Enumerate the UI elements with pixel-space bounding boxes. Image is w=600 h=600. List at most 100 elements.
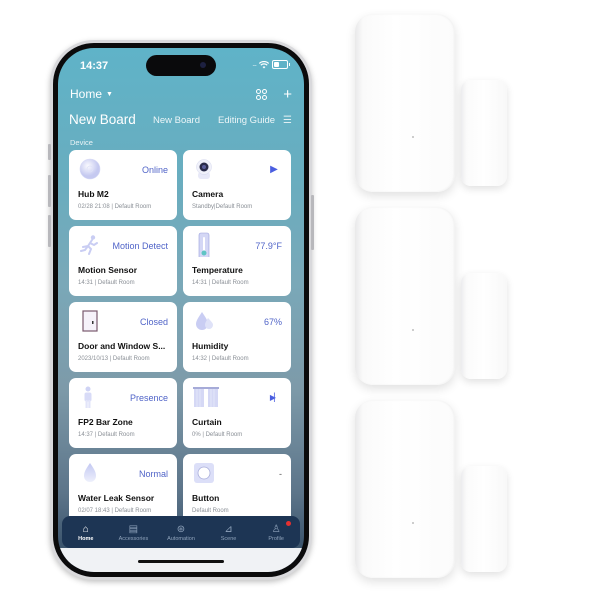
phone-screen: 14:37 .... Home ▼ + New Board New Board … [58,48,304,572]
sensor-main-body [355,207,455,385]
play-pause-icon: ▶▏ [269,392,280,402]
tab-editing-guide[interactable]: Editing Guide [218,115,278,126]
person-icon [84,386,92,408]
device-name: Motion Sensor [78,265,138,275]
automation-icon: ⊛ [176,523,186,535]
door-icon [82,310,98,332]
caret-down-icon: ▼ [106,90,113,98]
device-subtitle: Default Room [192,508,229,514]
tab-new-board[interactable]: New Board [153,115,200,126]
header-actions: + [256,86,292,103]
camera-icon [196,159,212,179]
device-card-camera[interactable]: ▶ Camera Standby|Default Room [183,150,291,220]
humidity-icon [196,312,213,330]
device-status: Motion Detect [112,241,168,251]
signal-icon: .... [252,61,257,68]
home-indicator [138,560,224,563]
tab-profile[interactable]: ♙ Profile [253,520,299,542]
tab-label: Profile [268,535,284,542]
status-time: 14:37 [80,60,109,72]
accessories-icon: ▤ [128,523,139,535]
device-status: Presence [129,393,168,403]
notification-badge [286,520,292,526]
device-card-hub[interactable]: Online Hub M2 02/28 21:08 | Default Room [69,150,177,220]
device-status: 67% [263,317,282,327]
device-subtitle: 02/07 18:43 | Default Room [78,508,152,514]
tab-accessories[interactable]: ▤ Accessories [110,523,156,542]
device-subtitle: 02/28 21:08 | Default Room [78,204,152,210]
tab-label: Accessories [118,535,149,542]
front-camera [200,62,206,68]
device-name: Water Leak Sensor [78,493,155,503]
hub-icon [79,158,101,180]
tab-new-board-active[interactable]: New Board [69,112,136,127]
add-icon[interactable]: + [283,86,292,103]
curtain-control-button[interactable]: ▶▏ [265,388,283,406]
scene-icon: ⊿ [224,523,233,535]
wifi-icon [259,60,269,68]
tab-label: Scene [220,535,237,542]
sensor-magnet [461,273,507,379]
device-name: Humidity [192,341,229,351]
device-name: Button [192,493,220,503]
menu-icon[interactable]: ☰ [283,115,292,126]
sensor-magnet [461,466,507,572]
device-subtitle: 2023/10/13 | Default Room [78,356,150,362]
phone-frame: 14:37 .... Home ▼ + New Board New Board … [48,40,314,580]
tab-label: Home [78,535,94,542]
dynamic-island [146,55,216,76]
device-grid: Online Hub M2 02/28 21:08 | Default Room… [69,150,293,524]
action-button [48,144,51,160]
play-button[interactable]: ▶ [265,160,283,178]
section-label: Device [70,138,93,147]
board-tabs: New Board New Board Editing Guide ☰ [58,112,304,132]
home-icon: ⌂ [82,523,89,535]
status-indicators: .... [252,60,290,69]
device-card-button[interactable]: - Button Default Room [183,454,291,524]
device-name: Camera [192,189,224,199]
home-selector[interactable]: Home ▼ [70,87,113,101]
device-name: Hub M2 [78,189,109,199]
motion-icon [80,235,98,255]
device-status: Online [141,165,168,175]
device-status: - [279,469,282,479]
tab-scene[interactable]: ⊿ Scene [206,523,252,542]
device-card-door-window[interactable]: Closed Door and Window S... 2023/10/13 |… [69,302,177,372]
device-card-curtain[interactable]: ▶▏ Curtain 0% | Default Room [183,378,291,448]
device-card-humidity[interactable]: 67% Humidity 14:32 | Default Room [183,302,291,372]
tab-home[interactable]: ⌂ Home [63,523,109,542]
thermometer-icon [198,232,210,257]
sensor-main-body [355,400,455,578]
sensor-led [412,522,414,524]
profile-icon: ♙ [271,523,281,535]
sensor-led [412,329,414,331]
sensor-magnet [461,80,507,186]
tab-label: Automation [167,535,195,542]
device-card-presence[interactable]: Presence FP2 Bar Zone 14:37 | Default Ro… [69,378,177,448]
bottom-tab-bar: ⌂ Home ▤ Accessories ⊛ Automation ⊿ Scen… [62,516,300,548]
water-drop-icon [84,463,96,482]
app-header: Home ▼ + [58,86,304,106]
volume-up-button [48,175,51,207]
home-label: Home [70,87,103,101]
status-bar: 14:37 .... [58,48,304,78]
device-status: 77.9°F [255,241,282,251]
device-name: Door and Window S... [78,341,166,351]
device-name: FP2 Bar Zone [78,417,133,427]
volume-down-button [48,215,51,247]
power-button [311,195,314,250]
curtain-icon [193,387,219,407]
grid-icon[interactable] [256,89,268,100]
battery-icon [272,60,290,69]
tab-automation[interactable]: ⊛ Automation [158,523,204,542]
device-name: Curtain [192,417,222,427]
device-status: Normal [138,469,168,479]
device-card-motion[interactable]: Motion Detect Motion Sensor 14:31 | Defa… [69,226,177,296]
sensor-led [412,136,414,138]
device-subtitle: 0% | Default Room [192,432,243,438]
device-card-temperature[interactable]: 77.9°F Temperature 14:31 | Default Room [183,226,291,296]
button-icon [194,463,214,483]
sensor-main-body [355,14,455,192]
device-card-water-leak[interactable]: Normal Water Leak Sensor 02/07 18:43 | D… [69,454,177,524]
device-subtitle: 14:32 | Default Room [192,356,249,362]
